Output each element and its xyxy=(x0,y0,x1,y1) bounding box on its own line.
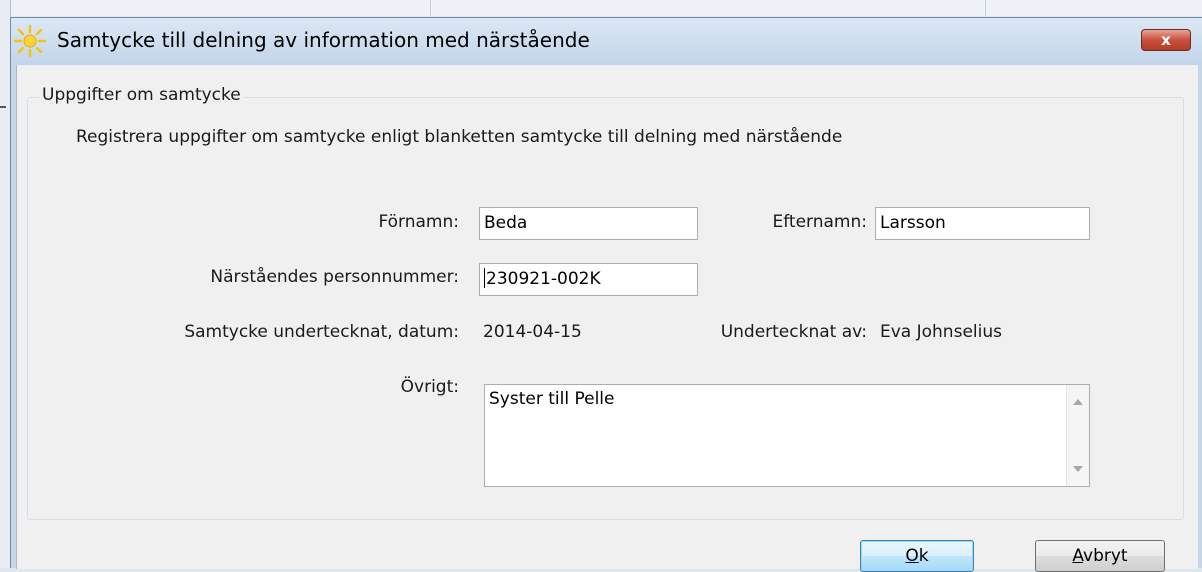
undertecknat-label: Undertecknat av: xyxy=(720,322,867,342)
title-bar[interactable]: Samtycke till delning av information med… xyxy=(11,18,1202,65)
datum-label: Samtycke undertecknat, datum: xyxy=(184,322,459,342)
text-caret xyxy=(484,268,485,288)
groupbox-legend: Uppgifter om samtycke xyxy=(39,85,244,105)
background-separator xyxy=(430,0,431,16)
datum-value: 2014-04-15 xyxy=(483,322,582,342)
undertecknat-value: Eva Johnselius xyxy=(880,322,1002,342)
personnummer-value: 230921-002K xyxy=(486,269,601,289)
personnummer-label: Närståendes personnummer: xyxy=(210,267,459,287)
cancel-button[interactable]: Avbryt xyxy=(1035,540,1165,572)
ovrigt-value: Syster till Pelle xyxy=(489,389,615,409)
ok-label: k xyxy=(918,546,929,566)
window-title: Samtycke till delning av information med… xyxy=(57,28,590,52)
instruction-text: Registrera uppgifter om samtycke enligt … xyxy=(76,127,843,147)
efternamn-field[interactable]: Larsson xyxy=(875,207,1090,240)
scroll-down-arrow-icon[interactable] xyxy=(1073,466,1083,472)
ok-button[interactable]: Ok xyxy=(860,540,974,572)
ok-mnemonic: O xyxy=(905,546,919,566)
cancel-label: vbryt xyxy=(1083,546,1128,566)
ovrigt-textarea[interactable]: Syster till Pelle xyxy=(484,384,1090,487)
sun-icon xyxy=(13,24,47,58)
cancel-mnemonic: A xyxy=(1072,546,1084,566)
close-button[interactable]: x xyxy=(1141,29,1191,51)
close-icon: x xyxy=(1161,31,1171,49)
memo-scrollbar[interactable] xyxy=(1066,385,1089,486)
efternamn-label: Efternamn: xyxy=(772,212,868,232)
background-strip xyxy=(0,0,1202,16)
background-separator xyxy=(985,0,986,16)
fornamn-label: Förnamn: xyxy=(378,212,459,232)
personnummer-field[interactable]: 230921-002K xyxy=(479,263,698,296)
background-mark xyxy=(0,106,6,108)
scroll-up-arrow-icon[interactable] xyxy=(1073,399,1083,405)
fornamn-field[interactable]: Beda xyxy=(479,207,698,240)
ovrigt-label: Övrigt: xyxy=(400,377,459,397)
dialog-client-area: Uppgifter om samtycke Registrera uppgift… xyxy=(16,65,1198,572)
dialog-window: Samtycke till delning av information med… xyxy=(10,17,1202,572)
